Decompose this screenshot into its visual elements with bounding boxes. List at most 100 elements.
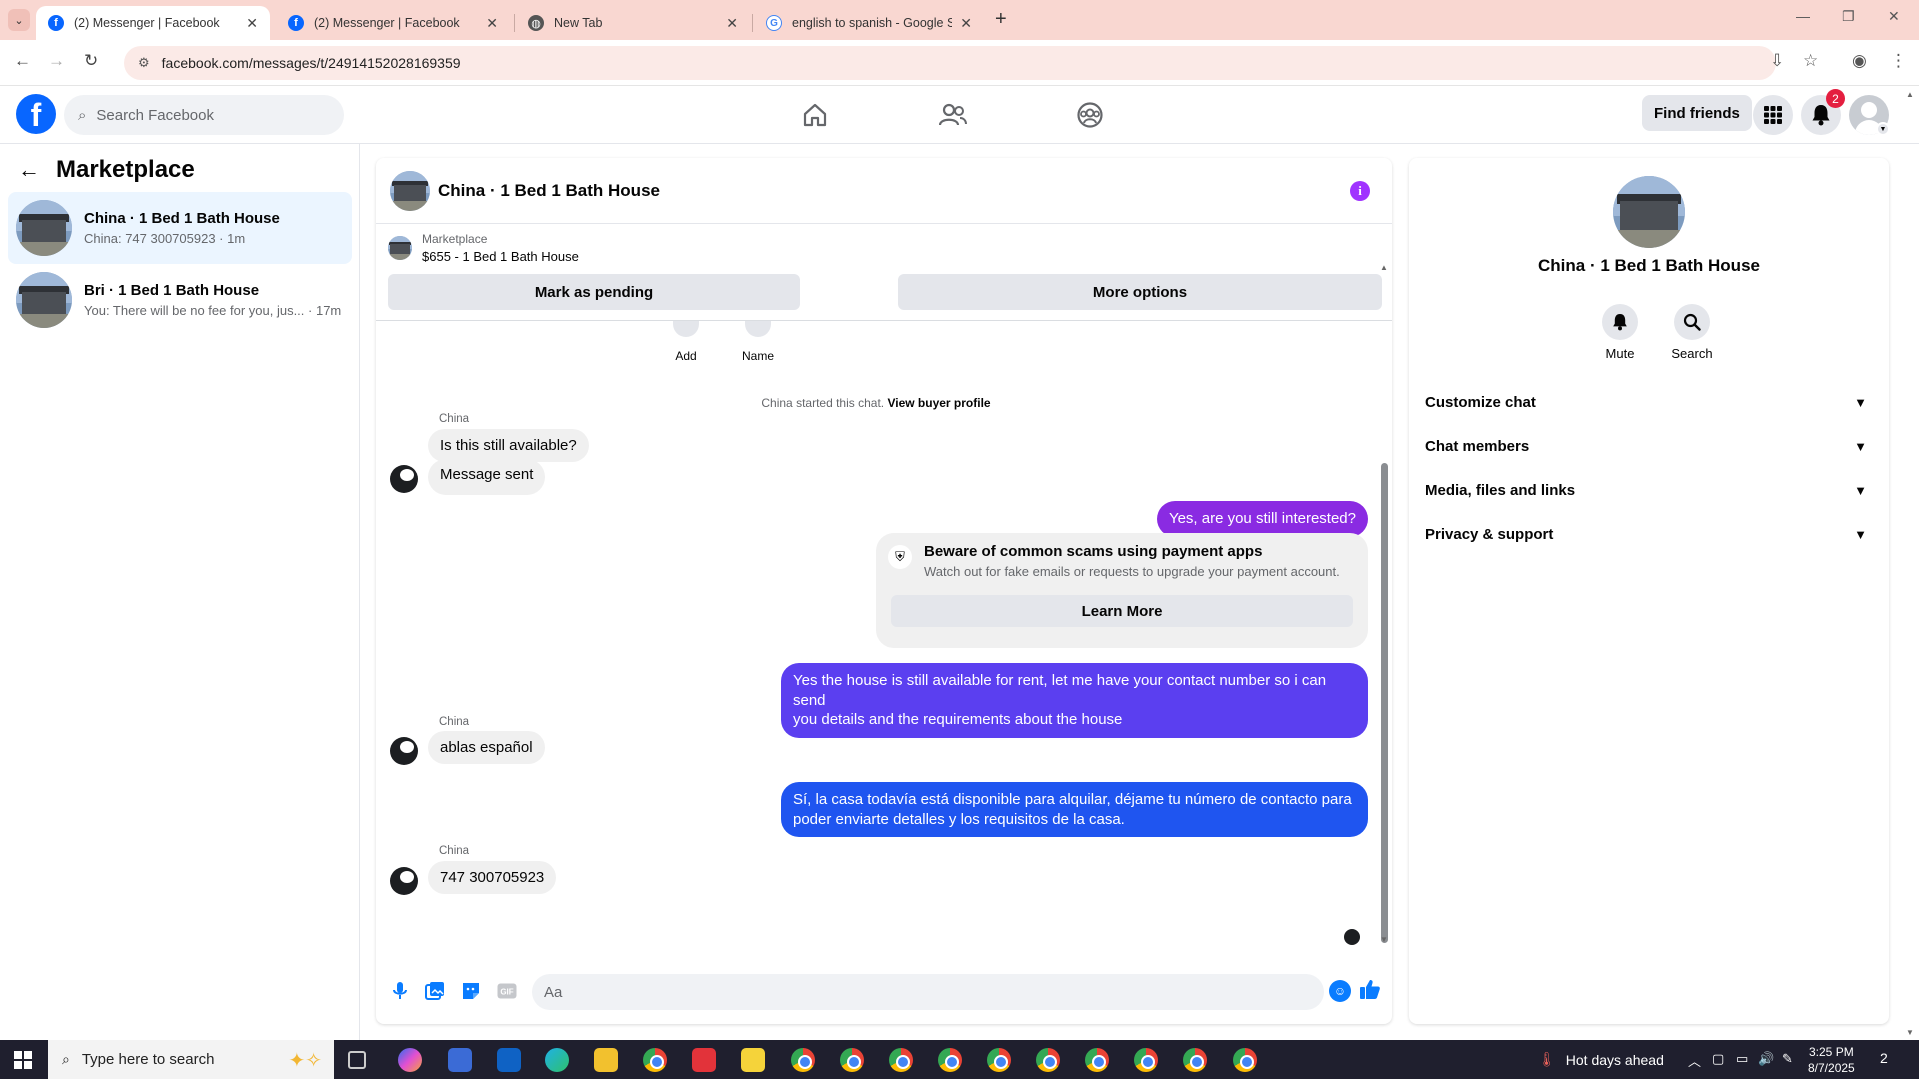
back-arrow-icon[interactable]: ←: [18, 157, 40, 183]
name-action[interactable]: Name: [728, 321, 788, 363]
groups-nav-icon[interactable]: [1072, 98, 1108, 132]
chrome-profile-icon[interactable]: [1134, 1048, 1158, 1072]
conversation-item[interactable]: Bri · 1 Bed 1 Bath House You: There will…: [8, 264, 352, 336]
weather-widget[interactable]: 🌡 Hot days ahead: [1538, 1051, 1664, 1068]
sticker-icon[interactable]: [460, 980, 482, 1002]
conversation-item[interactable]: China · 1 Bed 1 Bath House China: 747 30…: [8, 192, 352, 264]
system-clock[interactable]: 3:25 PM 8/7/2025: [1808, 1044, 1855, 1076]
friends-nav-icon[interactable]: [935, 98, 971, 132]
url-bar[interactable]: ⚙ facebook.com/messages/t/24914152028169…: [124, 46, 1776, 80]
chrome-profile-icon[interactable]: [1036, 1048, 1060, 1072]
more-options-button[interactable]: More options: [898, 274, 1382, 310]
scroll-thumb[interactable]: [1381, 463, 1388, 943]
chat-scrollbar[interactable]: ▲ ▼: [1379, 263, 1389, 944]
learn-more-button[interactable]: Learn More: [891, 595, 1353, 627]
message-list[interactable]: Add Name China started this chat. View b…: [376, 321, 1392, 947]
incoming-message[interactable]: Is this still available?: [428, 429, 589, 462]
tab-search-button[interactable]: ⌄: [8, 9, 30, 31]
outgoing-message[interactable]: Yes, are you still interested?: [1156, 501, 1368, 537]
tab-messenger-2[interactable]: f (2) Messenger | Facebook ✕: [276, 6, 510, 40]
view-buyer-profile-link[interactable]: View buyer profile: [887, 396, 990, 410]
thumbs-up-icon[interactable]: [1359, 978, 1381, 1006]
chrome-profile-icon[interactable]: [840, 1048, 864, 1072]
page-scroll-down-icon[interactable]: ▼: [1906, 1028, 1914, 1037]
tab-new-tab[interactable]: ◍ New Tab ✕: [516, 6, 750, 40]
photo-icon[interactable]: [424, 980, 446, 1002]
sticky-notes-icon[interactable]: [741, 1048, 765, 1072]
chevron-down-icon[interactable]: ▼: [1876, 122, 1890, 136]
file-explorer-icon[interactable]: [594, 1048, 618, 1072]
task-view-icon[interactable]: [348, 1051, 366, 1069]
site-info-icon[interactable]: ⚙: [138, 55, 150, 71]
info-icon[interactable]: i: [1350, 181, 1370, 201]
taskbar-search[interactable]: ⌕ Type here to search ✦✧: [48, 1040, 334, 1079]
new-tab-button[interactable]: +: [995, 8, 1007, 31]
forward-button[interactable]: →: [48, 51, 65, 71]
close-icon[interactable]: ✕: [246, 15, 258, 32]
china-avatar[interactable]: [390, 737, 418, 765]
scroll-up-icon[interactable]: ▲: [1380, 263, 1388, 272]
outlook-icon[interactable]: [497, 1048, 521, 1072]
scroll-down-icon[interactable]: ▼: [1380, 935, 1388, 944]
microphone-icon[interactable]: [389, 980, 411, 1002]
chrome-profile-icon[interactable]: [791, 1048, 815, 1072]
message-input-field[interactable]: [532, 974, 1324, 1010]
listing-summary[interactable]: Marketplace $655 - 1 Bed 1 Bath House: [388, 232, 579, 264]
app-red-icon[interactable]: [692, 1048, 716, 1072]
media-files-links-section[interactable]: Media, files and links ▼: [1425, 468, 1873, 512]
copilot-icon[interactable]: [398, 1048, 422, 1072]
message-input[interactable]: [544, 983, 1244, 1001]
chrome-profile-icon[interactable]: [889, 1048, 913, 1072]
chrome-profile-icon[interactable]: [1085, 1048, 1109, 1072]
browser-menu-icon[interactable]: ⋮: [1890, 51, 1907, 71]
chrome-profile-icon[interactable]: [1183, 1048, 1207, 1072]
minimize-button[interactable]: —: [1796, 8, 1810, 24]
chat-thumbnail[interactable]: [390, 170, 430, 211]
incoming-message[interactable]: Message sent: [428, 459, 546, 495]
notification-center-icon[interactable]: 2: [1880, 1050, 1888, 1066]
chat-title[interactable]: China · 1 Bed 1 Bath House: [438, 181, 660, 201]
restore-button[interactable]: ❐: [1842, 8, 1855, 25]
facebook-search[interactable]: ⌕: [64, 95, 344, 135]
customize-chat-section[interactable]: Customize chat ▼: [1425, 380, 1873, 424]
chrome-profile-icon[interactable]: [938, 1048, 962, 1072]
gif-icon[interactable]: GIF: [496, 980, 518, 1002]
facebook-logo[interactable]: f: [16, 94, 56, 134]
chrome-profile-icon[interactable]: [1233, 1048, 1257, 1072]
edge-icon[interactable]: [545, 1048, 569, 1072]
incoming-message[interactable]: ablas español: [428, 731, 545, 764]
mark-as-pending-button[interactable]: Mark as pending: [388, 274, 800, 310]
profile-icon[interactable]: ◉: [1852, 51, 1867, 71]
china-avatar[interactable]: [390, 867, 418, 895]
close-icon[interactable]: ✕: [486, 15, 498, 32]
outgoing-message[interactable]: Sí, la casa todavía está disponible para…: [781, 782, 1368, 837]
back-button[interactable]: ←: [14, 51, 31, 71]
add-action[interactable]: Add: [656, 321, 716, 363]
meet-now-icon[interactable]: ▢: [1712, 1051, 1724, 1067]
find-friends-button[interactable]: Find friends: [1642, 95, 1752, 131]
facebook-search-input[interactable]: [96, 106, 297, 124]
outgoing-message[interactable]: Yes the house is still available for ren…: [781, 663, 1368, 738]
window-close-button[interactable]: ✕: [1888, 8, 1900, 25]
windows-start-icon[interactable]: [14, 1051, 32, 1069]
listing-photo[interactable]: [1613, 176, 1685, 248]
tab-messenger-1[interactable]: f (2) Messenger | Facebook ✕: [36, 6, 270, 40]
close-icon[interactable]: ✕: [960, 15, 972, 32]
china-avatar[interactable]: [390, 465, 418, 493]
install-app-icon[interactable]: ⇩: [1770, 51, 1784, 71]
chevron-up-icon[interactable]: ︿: [1688, 1051, 1701, 1070]
incoming-message[interactable]: 747 300705923: [428, 861, 557, 894]
chat-members-section[interactable]: Chat members ▼: [1425, 424, 1873, 468]
search-in-chat-button[interactable]: Search: [1662, 304, 1722, 361]
privacy-support-section[interactable]: Privacy & support ▼: [1425, 512, 1873, 556]
close-icon[interactable]: ✕: [726, 15, 738, 32]
home-nav-icon[interactable]: [797, 98, 833, 132]
microsoft-store-icon[interactable]: [448, 1048, 472, 1072]
menu-grid-button[interactable]: [1753, 95, 1793, 135]
network-icon[interactable]: ▭: [1736, 1051, 1748, 1067]
emoji-icon[interactable]: ☺: [1329, 980, 1351, 1002]
reload-button[interactable]: ↻: [84, 51, 98, 71]
bookmark-star-icon[interactable]: ☆: [1803, 51, 1818, 71]
volume-icon[interactable]: 🔊: [1758, 1051, 1774, 1067]
chrome-profile-icon[interactable]: [987, 1048, 1011, 1072]
